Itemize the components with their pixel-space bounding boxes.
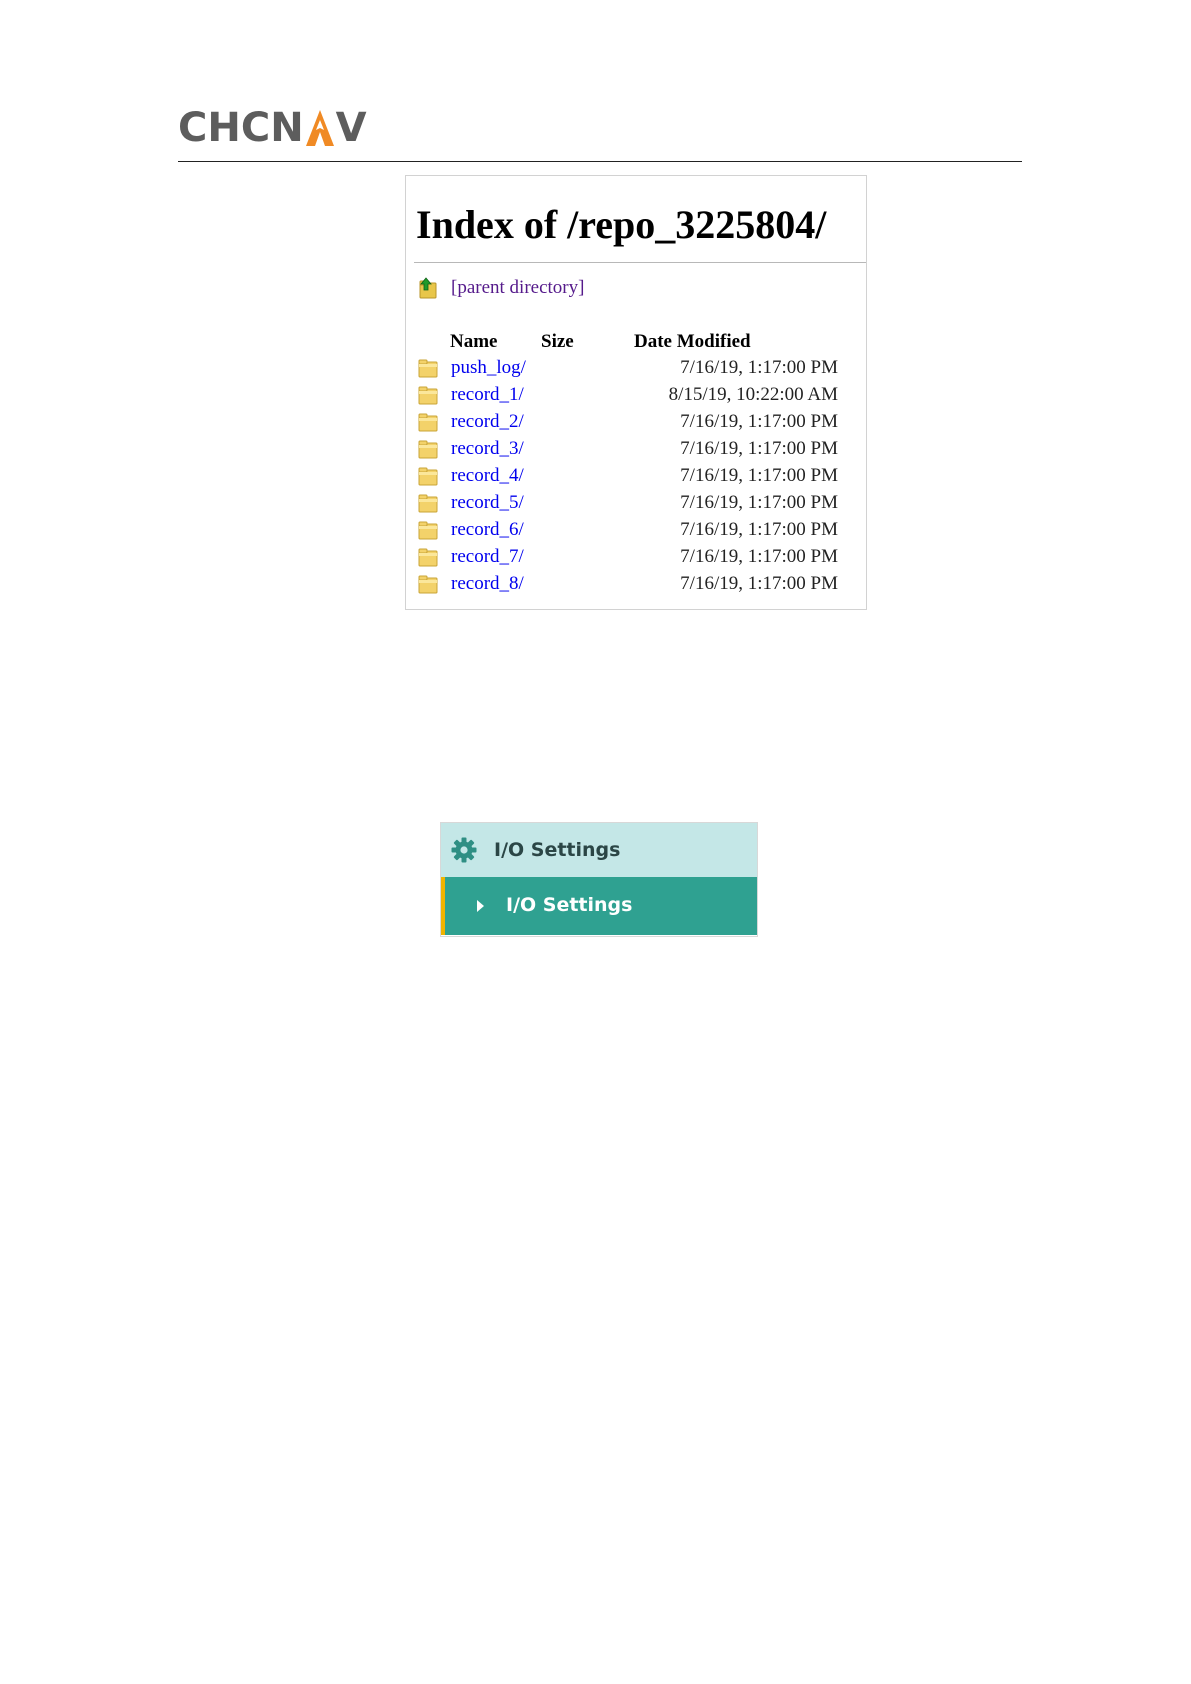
folder-link[interactable]: record_3/	[451, 437, 524, 461]
table-row: push_log/ 7/16/19, 1:17:00 PM	[418, 356, 838, 383]
io-settings-menu-screenshot: I/O Settings I/O Settings	[440, 822, 758, 937]
chcnav-logo: CHCN V	[178, 105, 367, 151]
column-header-date-modified[interactable]: Date Modified	[634, 330, 751, 354]
folder-link[interactable]: record_6/	[451, 518, 524, 542]
caret-right-icon	[477, 900, 484, 912]
folder-icon	[418, 386, 438, 405]
table-row: record_3/ 7/16/19, 1:17:00 PM	[418, 437, 838, 464]
menu-section-label: I/O Settings	[494, 839, 621, 861]
menu-item-label: I/O Settings	[506, 894, 633, 916]
header-divider	[178, 161, 1022, 162]
date-modified: 7/16/19, 1:17:00 PM	[680, 546, 838, 567]
folder-icon	[418, 575, 438, 594]
folder-icon	[418, 467, 438, 486]
table-row: record_7/ 7/16/19, 1:17:00 PM	[418, 545, 838, 572]
folder-link[interactable]: record_5/	[451, 491, 524, 515]
table-row: record_4/ 7/16/19, 1:17:00 PM	[418, 464, 838, 491]
file-list: push_log/ 7/16/19, 1:17:00 PM record_1/ …	[418, 356, 838, 599]
parent-directory-label[interactable]: [parent directory]	[451, 276, 584, 300]
date-modified: 7/16/19, 1:17:00 PM	[680, 492, 838, 513]
table-row: record_1/ 8/15/19, 10:22:00 AM	[418, 383, 838, 410]
listing-divider	[414, 262, 866, 263]
date-modified: 7/16/19, 1:17:00 PM	[680, 519, 838, 540]
folder-icon	[418, 521, 438, 540]
logo-text-left: CHCN	[178, 105, 304, 151]
folder-link[interactable]: push_log/	[451, 356, 526, 380]
column-header-size[interactable]: Size	[541, 330, 574, 354]
table-row: record_6/ 7/16/19, 1:17:00 PM	[418, 518, 838, 545]
directory-listing-screenshot: Index of /repo_3225804/ [parent director…	[405, 175, 867, 610]
column-header-name[interactable]: Name	[450, 330, 497, 354]
date-modified: 7/16/19, 1:17:00 PM	[680, 465, 838, 486]
logo-a-icon	[305, 110, 334, 146]
folder-link[interactable]: record_8/	[451, 572, 524, 596]
folder-icon	[418, 413, 438, 432]
logo-text-right: V	[335, 105, 367, 151]
folder-icon	[418, 359, 438, 378]
folder-icon	[418, 548, 438, 567]
folder-icon	[418, 440, 438, 459]
listing-title: Index of /repo_3225804/	[416, 202, 827, 247]
folder-link[interactable]: record_2/	[451, 410, 524, 434]
folder-link[interactable]: record_4/	[451, 464, 524, 488]
up-arrow-folder-icon	[419, 277, 437, 299]
folder-link[interactable]: record_7/	[451, 545, 524, 569]
table-row: record_2/ 7/16/19, 1:17:00 PM	[418, 410, 838, 437]
table-row: record_5/ 7/16/19, 1:17:00 PM	[418, 491, 838, 518]
date-modified: 7/16/19, 1:17:00 PM	[680, 438, 838, 459]
date-modified: 7/16/19, 1:17:00 PM	[680, 573, 838, 594]
gear-icon	[451, 837, 477, 863]
folder-link[interactable]: record_1/	[451, 383, 524, 407]
date-modified: 7/16/19, 1:17:00 PM	[680, 357, 838, 378]
table-row: record_8/ 7/16/19, 1:17:00 PM	[418, 572, 838, 599]
menu-item-io-settings[interactable]: I/O Settings	[441, 877, 757, 935]
menu-section-io-settings[interactable]: I/O Settings	[441, 823, 757, 877]
date-modified: 7/16/19, 1:17:00 PM	[680, 411, 838, 432]
date-modified: 8/15/19, 10:22:00 AM	[668, 384, 838, 405]
folder-icon	[418, 494, 438, 513]
